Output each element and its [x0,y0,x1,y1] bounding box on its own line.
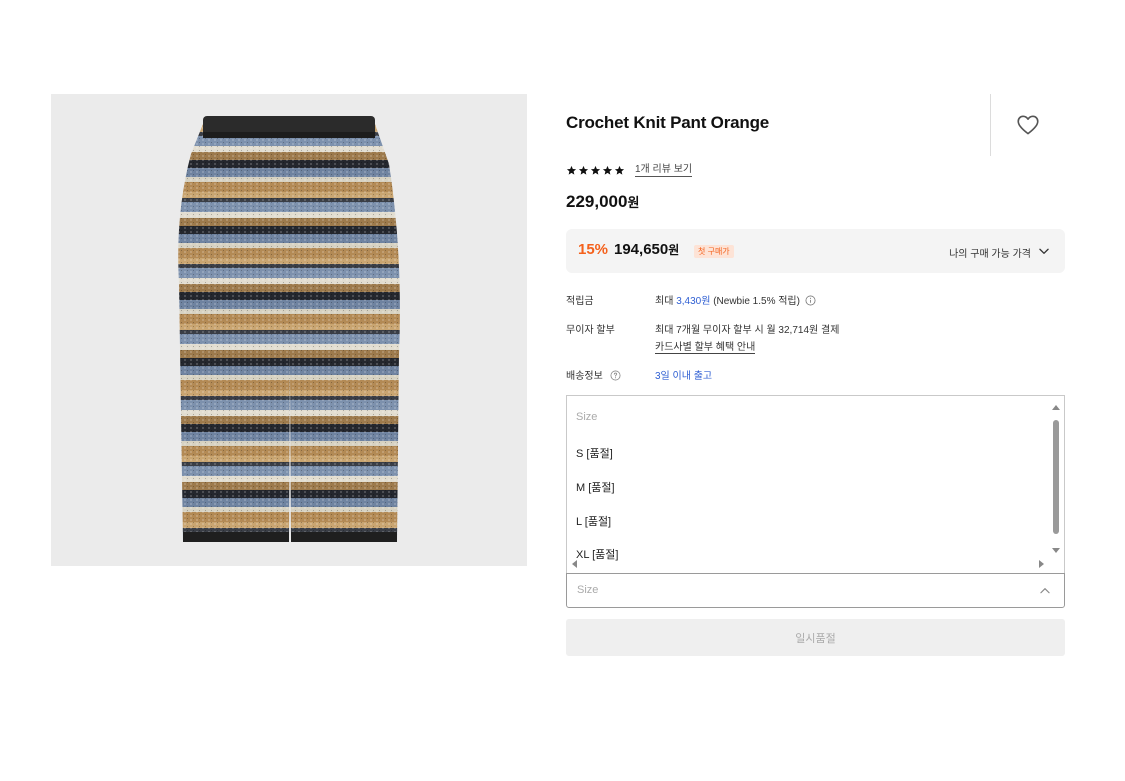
star-icon [578,165,589,175]
scroll-up-arrow-icon[interactable] [1052,405,1060,410]
first-purchase-badge: 첫 구매가 [694,245,734,258]
size-option-l[interactable]: L [품절] [576,513,611,529]
review-link[interactable]: 1개 리뷰 보기 [635,164,693,177]
installment-text: 최대 7개월 무이자 할부 시 월 32,714원 결제 [655,325,840,336]
vertical-scrollbar[interactable] [1051,400,1061,553]
scroll-left-arrow-icon[interactable] [572,560,577,568]
pants-illustration [178,116,400,542]
points-value: 최대 3,430원 (Newbie 1.5% 적립) [655,292,816,307]
rating-row: 1개 리뷰 보기 [566,163,693,177]
question-circle-icon[interactable] [610,370,621,381]
discount-price-box[interactable]: 15% 194,650원 첫 구매가 나의 구매 가능 가격 [566,229,1065,273]
chevron-up-icon [1040,588,1050,594]
installment-benefit-link[interactable]: 카드사별 할부 혜택 안내 [655,342,756,354]
installment-link-row: 카드사별 할부 혜택 안내 [655,338,756,354]
points-prefix: 최대 [655,296,674,307]
chevron-down-icon [1039,248,1049,254]
star-icon [602,165,613,175]
info-circle-icon[interactable] [805,295,816,306]
product-image [51,94,527,566]
size-select-placeholder: Size [577,584,599,596]
scroll-right-arrow-icon[interactable] [1039,560,1044,568]
header-divider [990,94,991,156]
discount-price-value: 194,650 [614,241,669,258]
price-value: 229,000 [566,192,628,211]
product-title: Crochet Knit Pant Orange [566,113,770,132]
shipping-label-row: 배송정보 [566,367,621,382]
price-unit: 원 [627,195,640,210]
original-price: 229,000원 [566,192,639,212]
star-icon [566,165,577,175]
size-option-xl[interactable]: XL [품절] [576,546,618,562]
points-label: 적립금 [566,296,594,307]
discount-price: 194,650원 [614,241,679,258]
size-select[interactable]: Size [566,573,1065,608]
star-icon [590,165,601,175]
size-options-list[interactable]: Size S [품절] M [품절] L [품절] XL [품절] [566,395,1065,574]
points-suffix: (Newbie 1.5% 적립) [713,296,800,307]
discount-percent: 15% [578,241,609,258]
soldout-button[interactable]: 일시품절 [566,619,1065,656]
size-option-m[interactable]: M [품절] [576,479,615,495]
heart-icon[interactable] [1015,112,1041,138]
shipping-label: 배송정보 [566,371,603,382]
scroll-thumb[interactable] [1053,420,1059,534]
shipping-value: 3일 이내 출고 [655,371,713,382]
star-icon [614,165,625,175]
my-price-label: 나의 구매 가능 가격 [949,249,1031,260]
size-option-placeholder[interactable]: Size [576,411,597,423]
installment-label: 무이자 할부 [566,325,615,336]
rating-stars [566,165,625,176]
discount-price-unit: 원 [668,243,680,257]
scroll-down-arrow-icon[interactable] [1052,548,1060,553]
size-option-s[interactable]: S [품절] [576,445,613,461]
points-amount: 3,430원 [676,296,711,307]
